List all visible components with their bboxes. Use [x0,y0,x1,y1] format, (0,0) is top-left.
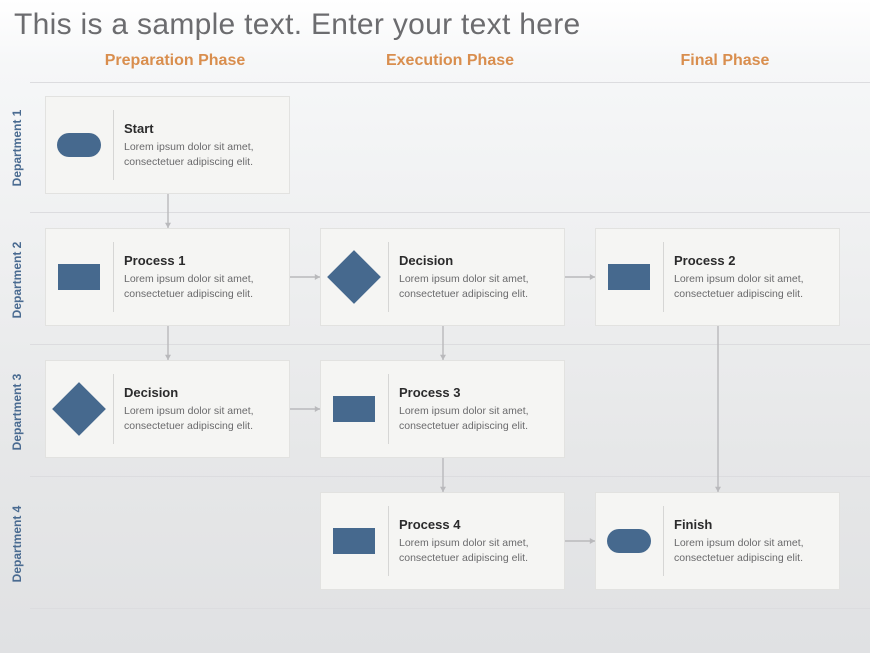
card-process3: Process 3 Lorem ipsum dolor sit amet, co… [320,360,565,458]
card-decision-prep: Decision Lorem ipsum dolor sit amet, con… [45,360,290,458]
card-body: Lorem ipsum dolor sit amet, consectetuer… [124,140,279,168]
divider [388,506,389,576]
lane-sep [30,212,870,213]
dept-label-1: Department 1 [10,98,24,198]
card-body: Lorem ipsum dolor sit amet, consectetuer… [674,272,829,300]
card-body: Lorem ipsum dolor sit amet, consectetuer… [674,536,829,564]
terminator-icon [601,501,657,581]
phase-label-execution: Execution Phase [320,52,580,70]
process-icon [326,501,382,581]
process-icon [601,237,657,317]
card-title: Decision [399,253,554,268]
divider [388,242,389,312]
phase-label-preparation: Preparation Phase [45,52,305,70]
card-process1: Process 1 Lorem ipsum dolor sit amet, co… [45,228,290,326]
lane-sep [30,344,870,345]
card-finish: Finish Lorem ipsum dolor sit amet, conse… [595,492,840,590]
card-decision-exec: Decision Lorem ipsum dolor sit amet, con… [320,228,565,326]
card-title: Finish [674,517,829,532]
phase-label-final: Final Phase [595,52,855,70]
dept-label-4: Department 4 [10,494,24,594]
divider [388,374,389,444]
card-title: Process 1 [124,253,279,268]
card-title: Start [124,121,279,136]
divider [113,242,114,312]
card-body: Lorem ipsum dolor sit amet, consectetuer… [124,404,279,432]
card-body: Lorem ipsum dolor sit amet, consectetuer… [399,404,554,432]
decision-icon [326,237,382,317]
lane-sep [30,608,870,609]
card-body: Lorem ipsum dolor sit amet, consectetuer… [399,272,554,300]
card-title: Decision [124,385,279,400]
card-process2: Process 2 Lorem ipsum dolor sit amet, co… [595,228,840,326]
diagram-stage: Preparation Phase Execution Phase Final … [0,52,870,652]
page-title: This is a sample text. Enter your text h… [0,0,870,52]
card-body: Lorem ipsum dolor sit amet, consectetuer… [399,536,554,564]
card-title: Process 3 [399,385,554,400]
card-body: Lorem ipsum dolor sit amet, consectetuer… [124,272,279,300]
divider [113,374,114,444]
divider [663,506,664,576]
divider [113,110,114,180]
card-title: Process 2 [674,253,829,268]
dept-label-3: Department 3 [10,362,24,462]
decision-icon [51,369,107,449]
lane-sep [30,82,870,83]
card-title: Process 4 [399,517,554,532]
process-icon [51,237,107,317]
lane-sep [30,476,870,477]
card-process4: Process 4 Lorem ipsum dolor sit amet, co… [320,492,565,590]
dept-label-2: Department 2 [10,230,24,330]
flow-arrow [710,318,726,500]
process-icon [326,369,382,449]
terminator-icon [51,105,107,185]
divider [663,242,664,312]
card-start: Start Lorem ipsum dolor sit amet, consec… [45,96,290,194]
